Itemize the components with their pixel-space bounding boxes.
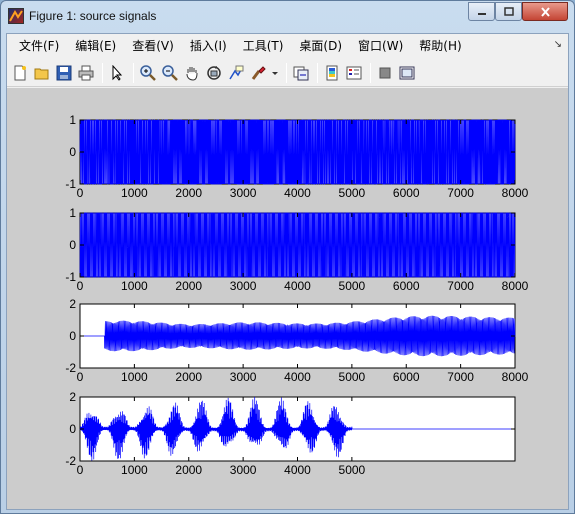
- x-tick-label: 2000: [175, 279, 202, 293]
- brush-icon[interactable]: [248, 63, 268, 83]
- x-tick-label: 8000: [502, 370, 529, 384]
- x-tick-label: 0: [77, 186, 84, 200]
- signal-line: [79, 212, 516, 278]
- menu-edit[interactable]: 编辑(E): [67, 34, 124, 58]
- y-tick-label: 1: [69, 206, 76, 220]
- x-tick-label: 5000: [339, 370, 366, 384]
- x-tick-label: 4000: [284, 370, 311, 384]
- toolbar-separator: [133, 62, 134, 83]
- menu-window[interactable]: 窗口(W): [350, 34, 411, 58]
- x-tick-label: 5000: [339, 463, 366, 477]
- x-tick-label: 8000: [502, 279, 529, 293]
- x-tick-label: 4000: [284, 279, 311, 293]
- x-tick-label: 5000: [339, 279, 366, 293]
- x-tick-label: 4000: [284, 186, 311, 200]
- menu-help[interactable]: 帮助(H): [411, 34, 469, 58]
- select-arrow-icon[interactable]: [107, 63, 127, 83]
- y-tick-label: -2: [65, 361, 76, 375]
- menu-view[interactable]: 查看(V): [124, 34, 182, 58]
- dock-arrow-icon[interactable]: ↘: [554, 39, 562, 50]
- toolbar: [7, 59, 568, 87]
- x-tick-label: 3000: [230, 186, 257, 200]
- close-button[interactable]: [522, 2, 568, 21]
- open-file-icon[interactable]: [32, 63, 52, 83]
- x-tick-label: 7000: [447, 279, 474, 293]
- toolbar-separator: [102, 62, 103, 83]
- signal-line: [79, 119, 516, 185]
- x-tick-label: 0: [77, 463, 84, 477]
- menu-file[interactable]: 文件(F): [11, 34, 67, 58]
- x-tick-label: 4000: [284, 463, 311, 477]
- x-tick-label: 7000: [447, 186, 474, 200]
- maximize-button[interactable]: [495, 2, 522, 21]
- subplots: 0 1000 2000 3000 4000 5000 6000 7000 800010-10 10…: [65, 113, 528, 477]
- pan-hand-icon[interactable]: [182, 63, 202, 83]
- legend-icon[interactable]: [344, 63, 364, 83]
- x-tick-label: 2000: [175, 463, 202, 477]
- subplot-1: 0 1000 2000 3000 4000 5000 6000 7000 800010-1: [65, 113, 528, 200]
- menu-insert[interactable]: 插入(I): [182, 34, 235, 58]
- x-tick-label: 0: [77, 370, 84, 384]
- hide-plot-tools-icon[interactable]: [375, 63, 395, 83]
- menu-desktop[interactable]: 桌面(D): [291, 34, 350, 58]
- matlab-icon: [8, 8, 24, 24]
- x-tick-label: 3000: [230, 279, 257, 293]
- x-tick-label: 1000: [121, 370, 148, 384]
- brush-dropdown-icon[interactable]: [270, 63, 280, 83]
- y-tick-label: -1: [65, 270, 76, 284]
- x-tick-label: 2000: [175, 186, 202, 200]
- print-icon[interactable]: [76, 63, 96, 83]
- y-tick-label: 2: [69, 390, 76, 404]
- x-tick-label: 1000: [121, 186, 148, 200]
- link-plot-icon[interactable]: [291, 63, 311, 83]
- subplot-2: 0 1000 2000 3000 4000 5000 6000 7000 800010-1: [65, 206, 528, 293]
- x-tick-label: 6000: [393, 279, 420, 293]
- subplot-4: 0 1000 2000 3000 4000 500020-2: [65, 390, 516, 477]
- toolbar-separator: [370, 62, 371, 83]
- y-tick-label: 0: [69, 422, 76, 436]
- x-tick-label: 1000: [121, 279, 148, 293]
- x-tick-label: 2000: [175, 370, 202, 384]
- window-title: Figure 1: source signals: [29, 9, 157, 23]
- y-tick-label: 1: [69, 113, 76, 127]
- x-tick-label: 3000: [230, 463, 257, 477]
- y-tick-label: 0: [69, 145, 76, 159]
- subplot-3: 0 1000 2000 3000 4000 5000 6000 7000 800020-2: [65, 297, 528, 384]
- zoom-in-icon[interactable]: [138, 63, 158, 83]
- y-tick-label: 2: [69, 297, 76, 311]
- x-tick-label: 6000: [393, 186, 420, 200]
- y-tick-label: -2: [65, 454, 76, 468]
- x-tick-label: 6000: [393, 370, 420, 384]
- x-tick-label: 3000: [230, 370, 257, 384]
- y-tick-label: -1: [65, 177, 76, 191]
- minimize-button[interactable]: [468, 2, 495, 21]
- x-tick-label: 8000: [502, 186, 529, 200]
- toolbar-separator: [317, 62, 318, 83]
- colorbar-icon[interactable]: [322, 63, 342, 83]
- zoom-out-icon[interactable]: [160, 63, 180, 83]
- x-tick-label: 7000: [447, 370, 474, 384]
- menu-tools[interactable]: 工具(T): [235, 34, 292, 58]
- data-cursor-icon[interactable]: [226, 63, 246, 83]
- y-tick-label: 0: [69, 329, 76, 343]
- new-figure-icon[interactable]: [10, 63, 30, 83]
- menu-bar: 文件(F) 编辑(E) 查看(V) 插入(I) 工具(T) 桌面(D) 窗口(W…: [7, 34, 568, 58]
- title-bar[interactable]: Figure 1: source signals: [1, 1, 574, 33]
- rotate-3d-icon[interactable]: [204, 63, 224, 83]
- show-plot-tools-icon[interactable]: [397, 63, 417, 83]
- figure-canvas: 0 1000 2000 3000 4000 5000 6000 7000 8000 1 0 -1 0 10…: [7, 88, 568, 509]
- y-tick-label: 0: [69, 238, 76, 252]
- x-tick-label: 5000: [339, 186, 366, 200]
- save-icon[interactable]: [54, 63, 74, 83]
- toolbar-separator: [286, 62, 287, 83]
- figure-window: Figure 1: source signals 文件(F) 编辑(E) 查看(…: [0, 0, 575, 514]
- x-tick-label: 0: [77, 279, 84, 293]
- x-tick-label: 1000: [121, 463, 148, 477]
